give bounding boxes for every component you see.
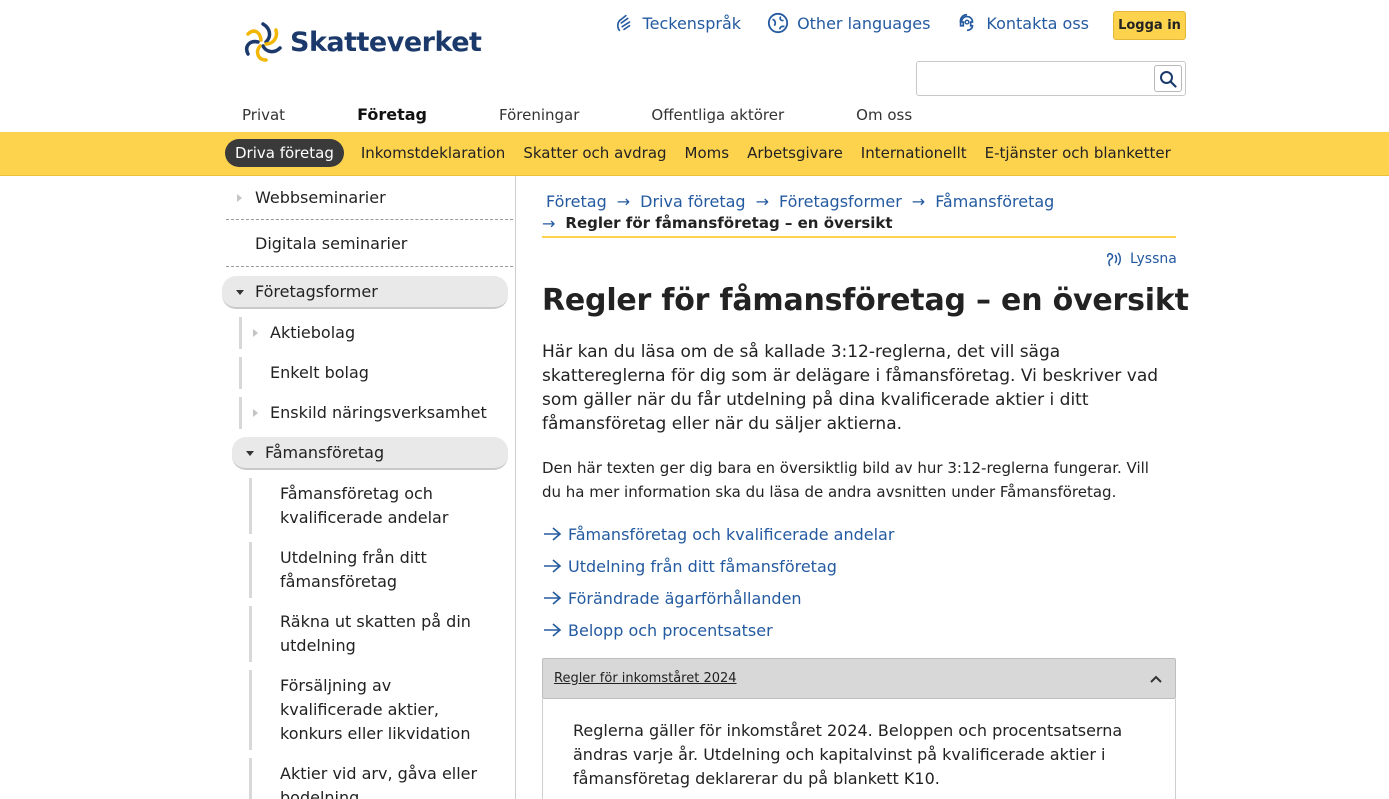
subnav-e-tjanster[interactable]: E-tjänster och blanketter (976, 139, 1180, 167)
divider (226, 219, 513, 220)
indent-bar (249, 478, 252, 534)
arrow-right-icon: → (542, 213, 556, 233)
sign-language-icon (616, 14, 630, 32)
subnav-moms[interactable]: Moms (676, 139, 739, 167)
subnav-arbetsgivare[interactable]: Arbetsgivare (738, 139, 852, 167)
indent-bar (249, 670, 252, 750)
breadcrumb-foretag[interactable]: Företag (546, 192, 607, 211)
subnav-skatter-och-avdrag[interactable]: Skatter och avdrag (514, 139, 675, 167)
sub-navigation: Driva företag Inkomstdeklaration Skatter… (0, 132, 1389, 176)
link-utdelning[interactable]: Utdelning från ditt fåmansföretag (542, 550, 894, 582)
breadcrumb: Företag → Driva företag → Företagsformer… (542, 190, 1176, 238)
sidebar-item-enkelt-bolag[interactable]: Enkelt bolag (270, 363, 369, 382)
main-tabs: Privat Företag Föreningar Offentliga akt… (206, 97, 948, 132)
search-button[interactable] (1154, 65, 1182, 92)
related-links: Fåmansföretag och kvalificerade andelar … (542, 518, 894, 646)
accordion-body: Reglerna gäller för inkomståret 2024. Be… (542, 699, 1176, 799)
chevron-right-icon (253, 329, 258, 337)
sidebar-item-webbseminarier[interactable]: Webbseminarier (255, 188, 386, 207)
tab-privat[interactable]: Privat (206, 97, 321, 132)
listen-icon (1107, 252, 1121, 267)
link-belopp-och-procentsatser[interactable]: Belopp och procentsatser (542, 614, 894, 646)
indent-bar (239, 317, 242, 349)
subnav-inkomstdeklaration[interactable]: Inkomstdeklaration (352, 139, 514, 167)
indent-bar (249, 606, 252, 662)
arrow-right-icon: → (755, 191, 769, 211)
arrow-right-icon: → (911, 191, 926, 211)
page-title: Regler för fåmansföretag – en översikt (542, 283, 1189, 318)
link-label: Utdelning från ditt fåmansföretag (568, 556, 837, 576)
logo-swirl-icon (245, 22, 282, 62)
other-languages-link[interactable]: Other languages (767, 12, 930, 34)
globe-icon (767, 12, 789, 34)
tab-foreningar[interactable]: Föreningar (463, 97, 615, 132)
skatteverket-logo[interactable]: Skatteverket (240, 20, 482, 64)
contact-icon (959, 13, 974, 32)
tab-om-oss[interactable]: Om oss (820, 97, 948, 132)
arrow-right-icon (544, 591, 562, 605)
chevron-right-icon (253, 409, 258, 417)
sidebar-item-utdelning[interactable]: Utdelning från ditt fåmansföretag (280, 546, 450, 594)
breadcrumb-famansforetag[interactable]: Fåmansföretag (935, 192, 1054, 211)
breadcrumb-foretagsformer[interactable]: Företagsformer (779, 192, 902, 211)
indent-bar (249, 542, 252, 598)
accordion-header[interactable]: Regler för inkomståret 2024 (542, 658, 1176, 699)
link-kvalificerade-andelar[interactable]: Fåmansföretag och kvalificerade andelar (542, 518, 894, 550)
accordion-title: Regler för inkomståret 2024 (554, 671, 737, 686)
link-label: Fåmansföretag och kvalificerade andelar (568, 524, 895, 544)
divider (226, 266, 513, 267)
link-label: Belopp och procentsatser (568, 620, 773, 640)
lead-paragraph: Här kan du läsa om de så kallade 3:12-re… (542, 342, 1159, 434)
sidebar-nav: Webbseminarier Digitala seminarier Föret… (222, 176, 516, 799)
other-languages-label: Other languages (797, 13, 931, 33)
link-forandrade-agarforhallanden[interactable]: Förändrade ägarförhållanden (542, 582, 894, 614)
arrow-right-icon: → (616, 191, 631, 211)
breadcrumb-current: Regler för fåmansföretag – en översikt (565, 214, 893, 232)
indent-bar (239, 357, 242, 389)
brand-name: Skatteverket (290, 26, 482, 58)
contact-label: Kontakta oss (986, 13, 1089, 33)
sidebar-item-famansforetag[interactable]: Fåmansföretag (232, 437, 508, 470)
login-button[interactable]: Logga in (1113, 11, 1186, 40)
tab-foretag[interactable]: Företag (321, 97, 463, 132)
sidebar-item-forsaljning[interactable]: Försäljning av kvalificerade aktier, kon… (280, 674, 495, 746)
sidebar-item-foretagsformer[interactable]: Företagsformer (222, 276, 508, 309)
link-label: Förändrade ägarförhållanden (568, 588, 802, 608)
indent-bar (239, 397, 242, 429)
sidebar-item-label: Fåmansföretag (265, 443, 385, 462)
arrow-right-icon (544, 623, 562, 637)
arrow-right-icon (544, 559, 562, 573)
subnav-internationellt[interactable]: Internationellt (852, 139, 976, 167)
listen-button[interactable]: Lyssna (1104, 250, 1177, 268)
chevron-down-icon (246, 451, 254, 456)
breadcrumb-driva-foretag[interactable]: Driva företag (640, 192, 745, 211)
search-icon (1160, 70, 1177, 88)
chevron-down-icon (236, 290, 244, 295)
chevron-up-icon (1150, 675, 1162, 683)
body-paragraph: Den här texten ger dig bara en översiktl… (542, 459, 1149, 501)
search-input[interactable] (917, 62, 1153, 95)
contact-link[interactable]: Kontakta oss (956, 12, 1089, 34)
chevron-right-icon (237, 194, 242, 202)
sidebar-item-aktier-vid-arv[interactable]: Aktier vid arv, gåva eller bodelning (280, 762, 480, 799)
subnav-driva-foretag[interactable]: Driva företag (225, 139, 344, 167)
listen-label: Lyssna (1130, 251, 1177, 267)
sidebar-item-rakna-ut-skatten[interactable]: Räkna ut skatten på din utdelning (280, 610, 480, 658)
sidebar-item-kvalificerade-andelar[interactable]: Fåmansföretag och kvalificerade andelar (280, 482, 495, 530)
sidebar-item-label: Företagsformer (255, 282, 378, 301)
sidebar-item-digitala-seminarier[interactable]: Digitala seminarier (255, 234, 407, 253)
arrow-right-icon (544, 527, 562, 541)
sidebar-item-aktiebolag[interactable]: Aktiebolag (270, 323, 355, 342)
tab-offentliga-aktorer[interactable]: Offentliga aktörer (615, 97, 820, 132)
sign-language-label: Teckenspråk (642, 13, 742, 33)
header-links: Teckenspråk Other languages Kontakta oss (613, 12, 1089, 34)
indent-bar (249, 758, 252, 799)
sign-language-link[interactable]: Teckenspråk (613, 12, 742, 34)
sidebar-item-enskild-naringsverksamhet[interactable]: Enskild näringsverksamhet (270, 403, 487, 422)
search-box (916, 61, 1186, 96)
